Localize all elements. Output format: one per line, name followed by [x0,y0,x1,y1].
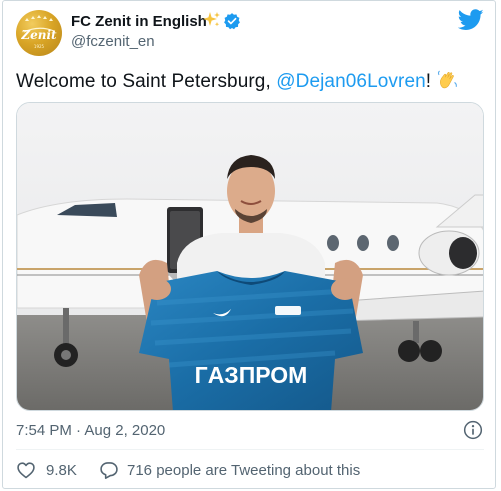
info-icon[interactable] [463,420,483,440]
tweet-text-end: ! [425,71,432,92]
speech-bubble-icon [100,462,118,479]
heart-icon [17,462,35,479]
waving-hands-icon [438,70,458,89]
display-name[interactable]: FC Zenit in English [71,13,207,30]
twitter-bird-icon[interactable] [458,9,484,31]
zenit-logo-icon: Zenit 1925 [20,15,57,49]
tweet-timestamp[interactable]: 7:54 PM · Aug 2, 2020 [16,422,165,439]
photo-lovren-zenit-shirt: ГΑЗПРОМ [17,103,483,410]
tweet-text: Welcome to Saint Petersburg, @Dejan06Lov… [16,69,459,93]
tweet-card: Zenit 1925 FC Zenit in English @fczenit_… [2,0,496,489]
like-count: 9.8K [46,461,77,479]
mention-link[interactable]: @Dejan06Lovren [276,71,426,92]
sparkles-icon [203,12,220,27]
avatar-wordmark: Zenit [20,28,57,42]
footer-divider [16,449,484,450]
account-handle[interactable]: @fczenit_en [71,33,155,50]
verified-badge-icon [224,13,240,30]
avatar[interactable]: Zenit 1925 [16,10,62,56]
tweeting-about-text: 716 people are Tweeting about this [127,461,361,479]
tweet-photo[interactable]: ГΑЗПРОМ [16,102,484,411]
tweet-text-start: Welcome to Saint Petersburg, [16,71,277,92]
avatar-year: 1925 [34,44,45,49]
shirt-sponsor-text: ГΑЗПРОМ [195,362,308,388]
like-button[interactable]: 9.8K [16,459,77,481]
tweeting-about-link[interactable]: 716 people are Tweeting about this [99,459,360,481]
